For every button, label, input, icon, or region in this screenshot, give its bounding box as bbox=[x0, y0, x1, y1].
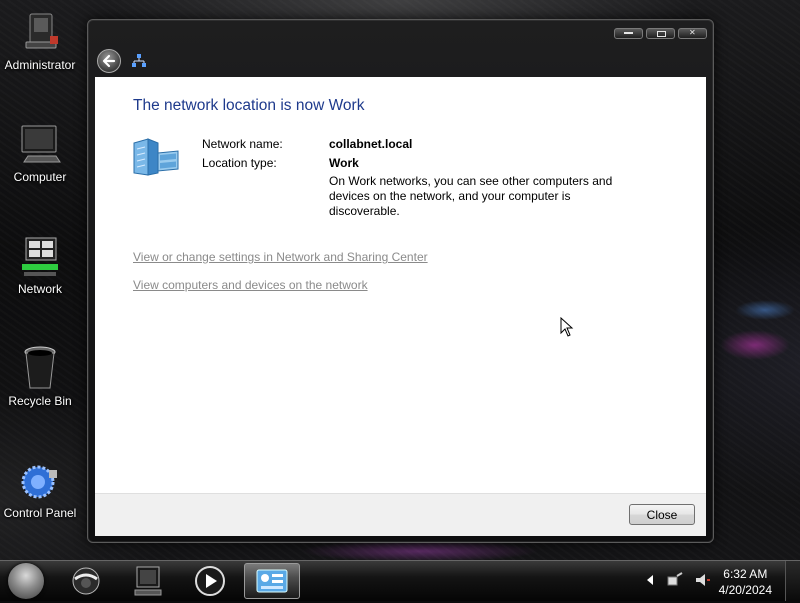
location-description: On Work networks, you can see other comp… bbox=[329, 174, 613, 218]
desktop-icon-label: Network bbox=[17, 282, 62, 296]
caption-buttons: ✕ bbox=[614, 28, 707, 39]
close-window-button[interactable]: ✕ bbox=[678, 28, 707, 39]
location-type-label: Location type: bbox=[202, 156, 277, 170]
volume-icon[interactable] bbox=[694, 571, 712, 589]
computer-icon bbox=[16, 120, 64, 168]
taskbar-browser-button[interactable] bbox=[60, 563, 112, 599]
desktop-icon-control-panel[interactable]: Control Panel bbox=[0, 456, 80, 520]
desktop-icon-administrator[interactable]: Administrator bbox=[0, 8, 80, 72]
work-network-icon bbox=[133, 138, 179, 176]
wallpaper-sparkle bbox=[300, 540, 540, 560]
desktop-icon-label: Control Panel bbox=[3, 506, 77, 520]
internet-browser-icon bbox=[72, 567, 100, 595]
taskbar-clock[interactable]: 6:32 AM 4/20/2024 bbox=[719, 566, 772, 598]
network-name-label: Network name: bbox=[202, 137, 283, 151]
taskbar: 6:32 AM 4/20/2024 bbox=[0, 560, 800, 601]
network-name-value: collabnet.local bbox=[329, 137, 413, 151]
location-type-value: Work bbox=[329, 156, 359, 170]
maximize-icon bbox=[657, 31, 666, 37]
back-arrow-icon bbox=[102, 54, 116, 68]
network-location-dialog: ✕ The network location is now Work Netwo… bbox=[87, 19, 714, 543]
dialog-content: The network location is now Work Network… bbox=[95, 77, 706, 493]
clock-date: 4/20/2024 bbox=[718, 583, 772, 597]
maximize-button[interactable] bbox=[646, 28, 675, 39]
taskbar-computer-button[interactable] bbox=[122, 563, 174, 599]
user-folder-icon bbox=[16, 8, 64, 56]
sharing-center-link[interactable]: View or change settings in Network and S… bbox=[133, 250, 428, 264]
view-computers-link[interactable]: View computers and devices on the networ… bbox=[133, 278, 368, 292]
desktop-icon-label: Recycle Bin bbox=[8, 394, 72, 408]
start-button[interactable] bbox=[8, 563, 44, 599]
control-panel-icon bbox=[16, 456, 64, 504]
mouse-pointer-icon bbox=[560, 317, 574, 337]
clock-time: 6:32 AM bbox=[723, 567, 768, 581]
close-button[interactable]: Close bbox=[629, 504, 695, 525]
taskbar-media-player-button[interactable] bbox=[184, 563, 236, 599]
computer-icon bbox=[134, 566, 162, 596]
network-icon bbox=[16, 232, 64, 280]
wallpaper-sparkle bbox=[720, 330, 790, 360]
desktop-icon-label: Computer bbox=[13, 170, 67, 184]
minimize-icon bbox=[624, 32, 633, 34]
network-status-icon[interactable] bbox=[666, 571, 684, 589]
minimize-button[interactable] bbox=[614, 28, 643, 39]
taskbar-control-panel-button[interactable] bbox=[244, 563, 300, 599]
recycle-bin-icon bbox=[16, 344, 64, 392]
show-desktop-button[interactable] bbox=[785, 561, 800, 601]
desktop-icon-network[interactable]: Network bbox=[0, 232, 80, 296]
dialog-footer: Close bbox=[95, 493, 706, 536]
back-button[interactable] bbox=[97, 49, 121, 73]
desktop-icon-recycle-bin[interactable]: Recycle Bin bbox=[0, 344, 80, 408]
desktop-icon-label: Administrator bbox=[4, 58, 76, 72]
control-panel-icon bbox=[256, 569, 288, 593]
network-icon bbox=[132, 54, 146, 67]
wallpaper-sparkle bbox=[735, 300, 795, 320]
close-icon: ✕ bbox=[689, 28, 696, 37]
page-title: The network location is now Work bbox=[133, 97, 365, 114]
show-hidden-icons-button[interactable] bbox=[645, 574, 655, 586]
desktop-icon-computer[interactable]: Computer bbox=[0, 120, 80, 184]
media-player-icon bbox=[195, 566, 225, 596]
